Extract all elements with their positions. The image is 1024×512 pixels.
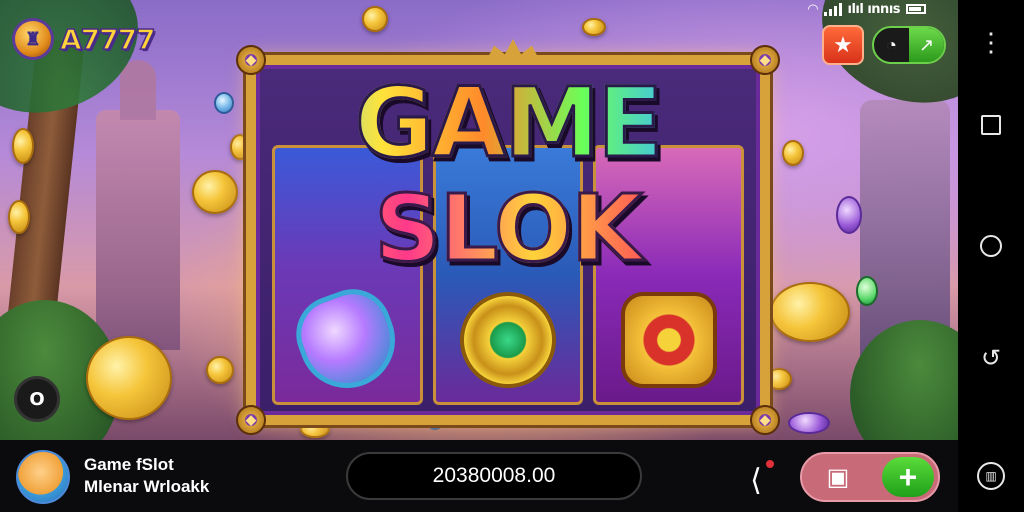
logo-text: A7777	[59, 22, 156, 57]
slot-machine-frame: ◆ ◆ ◆ ◆ GAME SLOK	[236, 39, 780, 435]
share-icon: ⟨	[750, 463, 762, 497]
share-button[interactable]: ⟨	[736, 460, 776, 500]
gold-coin	[12, 128, 34, 164]
gold-coin	[86, 336, 172, 420]
gold-coin	[206, 356, 234, 384]
gold-coin	[782, 140, 804, 166]
game-viewport: ♜ A7777 ◠ ılıl ınnıs ★ ◔ ↗ ◆ ◆ ◆ ◆ GAME …	[0, 0, 958, 440]
logo-badge-icon: ♜	[12, 18, 54, 60]
system-nav-bar: ⋮ ↺ ▥	[958, 0, 1024, 512]
diamond-gem-icon	[285, 278, 409, 402]
emerald-ring-icon	[460, 292, 556, 388]
frame-corner-ornament: ◆	[750, 45, 780, 75]
side-round-button-label: O	[29, 388, 45, 410]
status-bar: ◠ ılıl ınnıs	[808, 0, 927, 18]
balance-display: 20380008.00	[346, 452, 642, 500]
home-button[interactable]	[958, 226, 1024, 266]
back-button[interactable]: ↺	[958, 338, 1024, 378]
recents-icon	[981, 115, 1001, 135]
app-subtitle: Mlenar Wrloakk	[84, 477, 210, 496]
balance-value: 20380008.00	[432, 464, 556, 487]
signal-icon	[823, 2, 842, 16]
purple-gem-coin	[836, 196, 862, 234]
speed-toggle-button[interactable]: ◔ ↗	[872, 26, 946, 64]
app-avatar-icon[interactable]	[16, 450, 70, 504]
more-vertical-icon: ⋮	[978, 27, 1004, 57]
gold-coin	[8, 200, 30, 234]
purple-gem-coin	[788, 412, 830, 434]
gold-coin	[770, 282, 850, 342]
recents-button[interactable]	[958, 105, 1024, 145]
ruby-cross-icon	[620, 292, 717, 388]
notification-dot	[766, 460, 774, 468]
accessibility-icon: ▥	[977, 462, 1005, 490]
ticket-icon: ▣	[826, 463, 850, 491]
side-round-button[interactable]: O	[14, 376, 60, 422]
favorite-button[interactable]: ★	[822, 25, 864, 65]
frame-corner-ornament: ◆	[236, 45, 266, 75]
home-icon	[980, 235, 1002, 257]
gold-coin	[362, 6, 388, 32]
plus-icon: +	[898, 459, 918, 495]
accessibility-button[interactable]: ▥	[958, 456, 1024, 496]
action-pill: ▣ +	[800, 452, 940, 502]
green-gem-coin	[856, 276, 878, 306]
app-title: Game fSlot	[84, 455, 174, 474]
blue-gem-coin	[214, 92, 234, 114]
arrow-icon: ↗	[909, 28, 944, 62]
star-icon: ★	[833, 32, 853, 57]
speed-icon: ◔	[886, 34, 897, 55]
add-button[interactable]: +	[882, 457, 934, 497]
overflow-menu-button[interactable]: ⋮	[958, 22, 1024, 62]
frame-crown-ornament	[486, 39, 540, 61]
frame-corner-ornament: ◆	[750, 405, 780, 435]
gold-coin	[582, 18, 606, 36]
back-icon: ↺	[980, 344, 1002, 372]
gold-coin	[192, 170, 238, 214]
bottom-bar: Game fSlot Mlenar Wrloakk 20380008.00 ⟨ …	[0, 440, 958, 512]
status-text: ılıl ınnıs	[847, 1, 901, 17]
game-title-line-2: SLOK	[256, 181, 760, 276]
wifi-icon: ◠	[808, 1, 818, 17]
ticket-button[interactable]: ▣	[810, 460, 866, 494]
temple-pillar-left	[96, 60, 180, 350]
game-title-line-1: GAME	[256, 74, 760, 173]
frame-corner-ornament: ◆	[236, 405, 266, 435]
battery-icon	[906, 4, 927, 14]
app-logo[interactable]: ♜ A7777	[12, 18, 156, 60]
